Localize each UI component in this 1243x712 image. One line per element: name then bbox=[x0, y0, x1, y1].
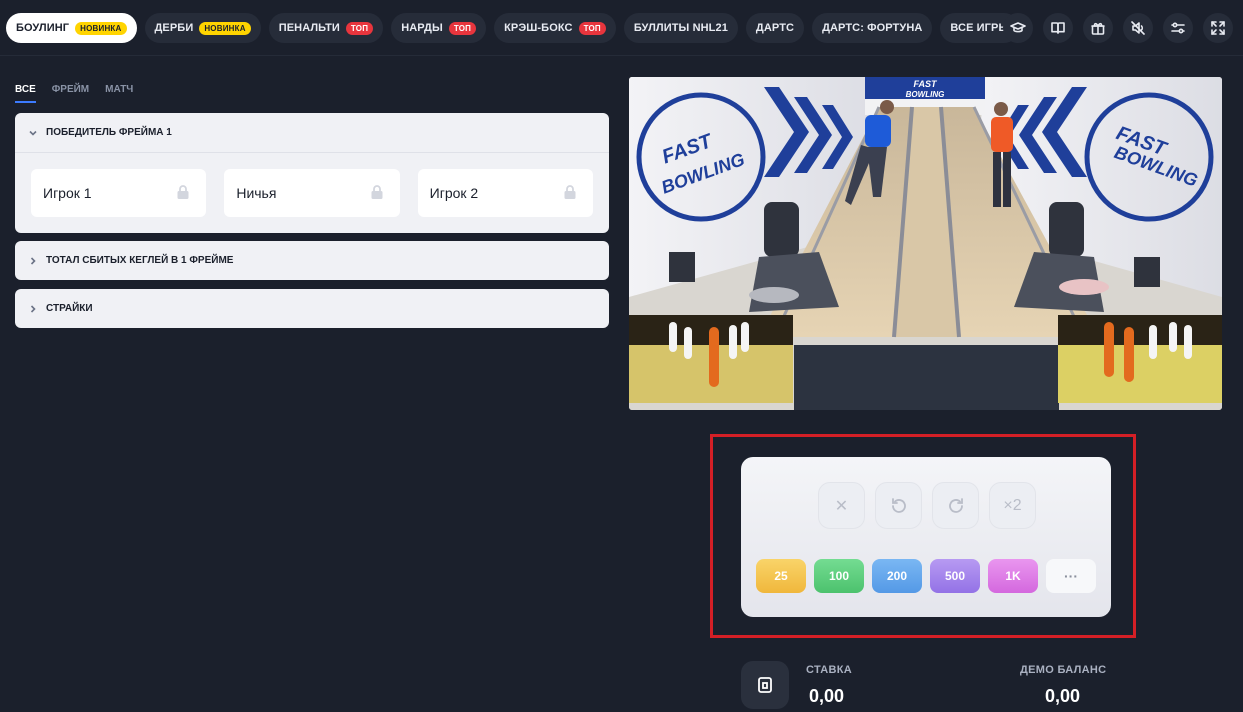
tab-derby[interactable]: ДЕРБИ НОВИНКА bbox=[144, 13, 261, 43]
bet-controls: ✕ ×2 bbox=[818, 482, 1036, 529]
demo-balance-value: 0,00 bbox=[1045, 686, 1081, 706]
redo-button[interactable] bbox=[932, 482, 979, 529]
toolbar bbox=[1003, 13, 1233, 43]
top-badge: ТОП bbox=[578, 21, 606, 35]
settings-sliders-icon bbox=[1171, 22, 1185, 34]
demo-balance-label: ДЕМО БАЛАНС bbox=[1020, 664, 1107, 676]
graduation-cap-icon bbox=[1010, 22, 1026, 33]
outcome-label: Ничья bbox=[236, 185, 277, 201]
wallet-button[interactable] bbox=[741, 661, 789, 709]
market-title: СТРАЙКИ bbox=[46, 303, 93, 314]
tab-backgammon[interactable]: НАРДЫ ТОП bbox=[391, 13, 487, 43]
tab-bowling[interactable]: БОУЛИНГ НОВИНКА bbox=[6, 13, 137, 43]
bet-panel: ✕ ×2 25 100 200 500 1K ··· bbox=[741, 457, 1111, 617]
game-tabs: БОУЛИНГ НОВИНКА ДЕРБИ НОВИНКА ПЕНАЛЬТИ Т… bbox=[6, 13, 1020, 43]
tab-darts-fortune[interactable]: ДАРТС: ФОРТУНА bbox=[812, 13, 933, 43]
tab-label: ДЕРБИ bbox=[154, 22, 194, 34]
close-icon: ✕ bbox=[834, 497, 849, 515]
outcome-draw[interactable]: Ничья bbox=[224, 169, 400, 217]
subtab-frame[interactable]: ФРЕЙМ bbox=[52, 84, 89, 103]
chip-selector: 25 100 200 500 1K ··· bbox=[756, 559, 1096, 593]
tab-label: НАРДЫ bbox=[401, 22, 443, 34]
top-navigation: БОУЛИНГ НОВИНКА ДЕРБИ НОВИНКА ПЕНАЛЬТИ Т… bbox=[0, 0, 1243, 56]
chip-200[interactable]: 200 bbox=[872, 559, 922, 593]
chip-25[interactable]: 25 bbox=[756, 559, 806, 593]
market-filter-tabs: ВСЕ ФРЕЙМ МАТЧ bbox=[15, 84, 133, 103]
subtab-all[interactable]: ВСЕ bbox=[15, 84, 36, 103]
chevron-down-icon bbox=[29, 129, 37, 137]
market-strikes: СТРАЙКИ bbox=[15, 289, 609, 328]
tab-label: ДАРТС: ФОРТУНА bbox=[822, 22, 923, 34]
clear-bet-button[interactable]: ✕ bbox=[818, 482, 865, 529]
market-header[interactable]: СТРАЙКИ bbox=[15, 289, 609, 328]
chip-500[interactable]: 500 bbox=[930, 559, 980, 593]
settings-button[interactable] bbox=[1163, 13, 1193, 43]
tab-crash-box[interactable]: КРЭШ-БОКС ТОП bbox=[494, 13, 616, 43]
market-title: ПОБЕДИТЕЛЬ ФРЕЙМА 1 bbox=[46, 127, 172, 138]
chevron-right-icon bbox=[29, 304, 37, 313]
undo-button[interactable] bbox=[875, 482, 922, 529]
tab-darts[interactable]: ДАРТС bbox=[745, 13, 805, 43]
gift-icon bbox=[1091, 22, 1105, 35]
sound-toggle-button[interactable] bbox=[1123, 13, 1153, 43]
pin-camera-right bbox=[1058, 315, 1222, 403]
market-title: ТОТАЛ СБИТЫХ КЕГЛЕЙ В 1 ФРЕЙМЕ bbox=[46, 255, 234, 266]
tab-penalty[interactable]: ПЕНАЛЬТИ ТОП bbox=[268, 13, 384, 43]
double-label: ×2 bbox=[1003, 496, 1022, 514]
lock-icon bbox=[175, 184, 191, 203]
market-frame-winner: ПОБЕДИТЕЛЬ ФРЕЙМА 1 Игрок 1 Ничья Игрок … bbox=[15, 113, 609, 233]
live-video-stream[interactable]: FAST BOWLING FAST BOWLING FAST BOWLING bbox=[629, 77, 1222, 410]
market-header[interactable]: ПОБЕДИТЕЛЬ ФРЕЙМА 1 bbox=[15, 113, 609, 152]
undo-icon bbox=[891, 497, 906, 513]
pin-camera-left bbox=[629, 315, 793, 403]
rules-button[interactable] bbox=[1043, 13, 1073, 43]
tab-label: БОУЛИНГ bbox=[16, 22, 70, 34]
lock-icon bbox=[562, 184, 578, 203]
subtab-match[interactable]: МАТЧ bbox=[105, 84, 133, 103]
brand-top-line1: FAST bbox=[913, 79, 938, 89]
tutorial-button[interactable] bbox=[1003, 13, 1033, 43]
wallet-icon bbox=[758, 677, 772, 693]
tab-label: ДАРТС bbox=[755, 22, 795, 34]
outcome-label: Игрок 2 bbox=[429, 185, 479, 201]
chevron-right-icon bbox=[29, 256, 37, 265]
chip-100[interactable]: 100 bbox=[814, 559, 864, 593]
fullscreen-icon bbox=[1211, 21, 1225, 35]
outcome-label: Игрок 1 bbox=[43, 185, 92, 201]
top-badge: ТОП bbox=[448, 21, 477, 35]
bowling-alley-scene: FAST BOWLING FAST BOWLING FAST BOWLING bbox=[629, 77, 1222, 410]
stake-value: 0,00 bbox=[809, 686, 845, 706]
more-chips-button[interactable]: ··· bbox=[1046, 559, 1096, 593]
tab-label: ВСЕ ИГРЫ bbox=[950, 22, 1010, 34]
outcome-player-1[interactable]: Игрок 1 bbox=[31, 169, 207, 217]
fullscreen-button[interactable] bbox=[1203, 13, 1233, 43]
double-bet-button[interactable]: ×2 bbox=[989, 482, 1036, 529]
sound-off-icon bbox=[1131, 21, 1145, 35]
tab-label: БУЛЛИТЫ NHL21 bbox=[633, 22, 728, 34]
outcome-player-2[interactable]: Игрок 2 bbox=[417, 169, 593, 217]
tab-label: КРЭШ-БОКС bbox=[504, 22, 573, 34]
lock-icon bbox=[369, 184, 385, 203]
tab-shootout-nhl21[interactable]: БУЛЛИТЫ NHL21 bbox=[623, 13, 738, 43]
market-outcomes: Игрок 1 Ничья Игрок 2 bbox=[15, 152, 609, 233]
brand-top-line2: BOWLING bbox=[906, 90, 945, 99]
stake-label: СТАВКА bbox=[806, 664, 853, 676]
top-badge: ТОП bbox=[345, 21, 374, 35]
redo-icon bbox=[948, 497, 963, 513]
book-icon bbox=[1051, 22, 1065, 34]
chip-1k[interactable]: 1K bbox=[988, 559, 1038, 593]
market-total-pins: ТОТАЛ СБИТЫХ КЕГЛЕЙ В 1 ФРЕЙМЕ bbox=[15, 241, 609, 280]
tab-label: ПЕНАЛЬТИ bbox=[278, 22, 340, 34]
new-badge: НОВИНКА bbox=[75, 21, 127, 35]
new-badge: НОВИНКА bbox=[199, 21, 251, 35]
market-header[interactable]: ТОТАЛ СБИТЫХ КЕГЛЕЙ В 1 ФРЕЙМЕ bbox=[15, 241, 609, 280]
bonus-button[interactable] bbox=[1083, 13, 1113, 43]
